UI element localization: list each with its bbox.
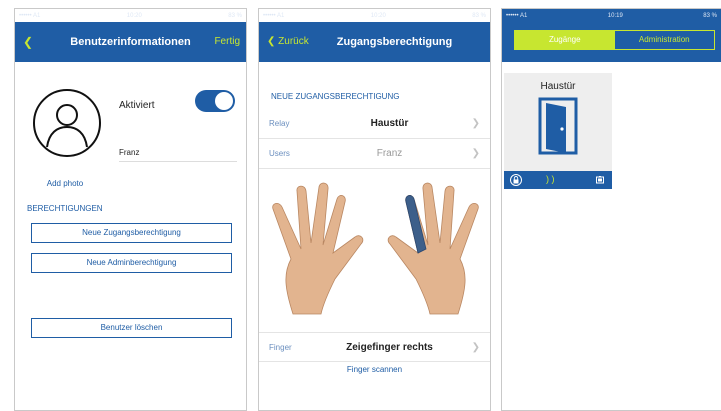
nav-bar: ❮ Benutzerinformationen Fertig — [15, 22, 246, 62]
access-list-screen: •••••• A1 10:19 83 % Zugänge Administrat… — [501, 8, 721, 411]
row-value: Franz — [376, 148, 403, 159]
segmented-control: Zugänge Administration — [514, 30, 715, 50]
finger-row[interactable]: Finger Zeigefinger rechts ❯ — [259, 332, 490, 362]
page-title: Benutzerinformationen — [70, 36, 191, 48]
row-label: Finger — [269, 343, 292, 352]
row-label: Relay — [269, 119, 290, 128]
carrier-label: •••••• A1 — [506, 12, 528, 19]
carrier-label: •••••• A1 — [19, 12, 41, 19]
users-row[interactable]: Users Franz ❯ — [259, 139, 490, 169]
done-button[interactable]: Fertig — [214, 22, 240, 62]
chevron-right-icon: ❯ — [471, 148, 480, 159]
chevron-right-icon: ❯ — [471, 342, 480, 353]
door-tile[interactable]: Haustür ) ) — [504, 73, 612, 189]
battery-label: 83 % — [472, 12, 486, 19]
row-label: Users — [269, 149, 290, 158]
battery-label: 83 % — [703, 12, 717, 19]
name-field[interactable]: Franz — [119, 148, 139, 157]
new-access-button[interactable]: Neue Zugangsberechtigung — [31, 223, 232, 243]
tab-access[interactable]: Zugänge — [515, 31, 615, 49]
name-underline — [119, 161, 237, 162]
tile-name: Haustür — [540, 81, 576, 92]
status-bar: •••••• A1 10:20 83 % — [259, 9, 490, 22]
new-admin-button[interactable]: Neue Adminberechtigung — [31, 253, 232, 273]
clock: 10:20 — [370, 12, 386, 19]
permissions-section-label: BERECHTIGUNGEN — [27, 204, 103, 213]
chevron-right-icon: ❯ — [471, 118, 480, 129]
status-bar: •••••• A1 10:19 83 % — [502, 9, 721, 22]
row-value: Zeigefinger rechts — [346, 342, 433, 353]
delete-user-button[interactable]: Benutzer löschen — [31, 318, 232, 338]
tile-status-bar: ) ) — [504, 171, 612, 189]
avatar[interactable] — [33, 89, 101, 157]
nav-bar: ❮ Zurück Zugangsberechtigung — [259, 22, 490, 62]
hands-illustration[interactable] — [263, 179, 488, 319]
relay-row[interactable]: Relay Haustür ❯ — [259, 109, 490, 139]
carrier-label: •••••• A1 — [263, 12, 285, 19]
scan-finger-button[interactable]: Finger scannen — [259, 365, 490, 374]
activated-toggle[interactable] — [195, 90, 235, 112]
clock: 10:19 — [607, 12, 623, 19]
activated-label: Aktiviert — [119, 100, 155, 111]
section-label: NEUE ZUGANGSBERECHTIGUNG — [271, 92, 400, 101]
status-bar: •••••• A1 10:20 83 % — [15, 9, 246, 22]
toggle-knob — [215, 92, 233, 110]
battery-icon — [596, 176, 604, 184]
signal-icon: ) ) — [546, 174, 555, 184]
add-photo-link[interactable]: Add photo — [33, 179, 97, 188]
battery-label: 83 % — [228, 12, 242, 19]
access-permission-screen: •••••• A1 10:20 83 % ❮ Zurück Zugangsber… — [258, 8, 491, 411]
row-value: Haustür — [370, 118, 409, 129]
user-info-screen: •••••• A1 10:20 83 % ❮ Benutzerinformati… — [14, 8, 247, 411]
page-title: Zugangsberechtigung — [336, 36, 453, 48]
tab-administration[interactable]: Administration — [615, 31, 715, 49]
lock-icon — [510, 174, 522, 186]
person-icon — [46, 104, 88, 148]
door-icon — [538, 97, 578, 155]
clock: 10:20 — [126, 12, 142, 19]
